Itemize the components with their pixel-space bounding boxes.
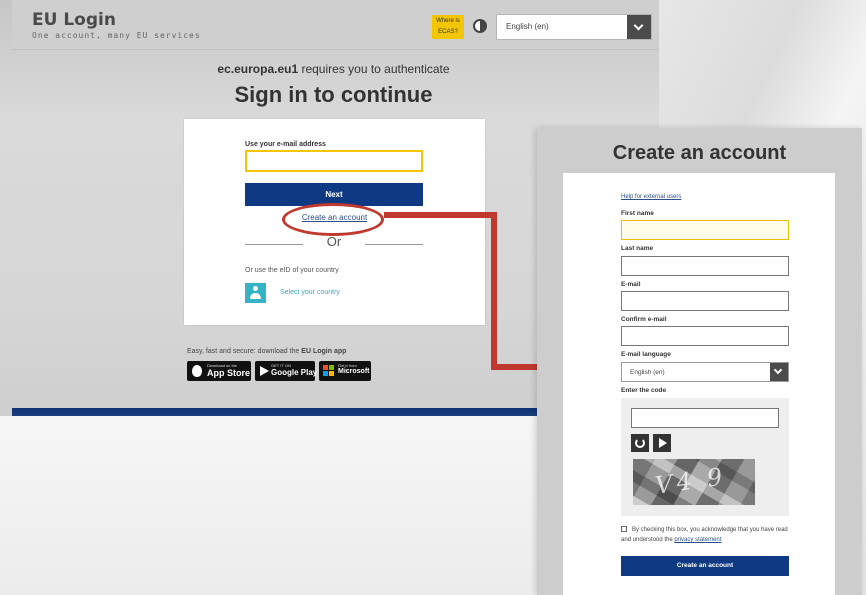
email-language-value: English (en) [630,369,665,376]
refresh-icon [635,438,645,448]
create-account-screenshot: Create an account Help for external user… [537,128,862,595]
google-play-button[interactable]: GET IT ON Google Play [255,361,318,381]
email-language-select[interactable]: English (en) [621,362,789,382]
email-language-arrow[interactable] [770,363,788,381]
captcha-audio-button[interactable] [653,434,671,452]
eid-select-text: Select your country [280,289,340,296]
highlight-ellipse-annotation [282,203,384,236]
brand-title: EU Login [32,10,116,30]
first-name-field[interactable] [621,220,789,240]
microsoft-label: Microsoft [338,368,370,375]
eid-label: Or use the eID of your country [245,267,339,274]
brand-subtitle: One account, many EU services [32,31,201,40]
microsoft-store-button[interactable]: Get it from Microsoft [319,361,371,381]
auth-site: ec.europa.eu1 [217,62,299,76]
privacy-consent: By checking this box, you acknowledge th… [621,525,793,545]
divider-line-right [365,244,423,245]
login-card: Use your e-mail address Next Create an a… [184,119,485,325]
captcha-image: V4 9 [633,459,755,505]
person-icon [245,283,266,303]
captcha-text: V4 9 [653,462,729,500]
captcha-box: V4 9 [621,398,789,516]
last-name-label: Last name [621,245,654,252]
language-select-value: English (en) [506,22,549,31]
contrast-toggle-icon[interactable] [473,19,487,33]
create-account-form: Help for external users First name Last … [563,173,835,595]
auth-suffix: requires you to authenticate [298,62,450,76]
auth-request-line: ec.europa.eu1 requires you to authentica… [0,62,659,76]
language-select-arrow[interactable] [627,15,651,39]
email-label: E-mail [621,281,641,288]
captcha-label: Enter the code [621,387,667,394]
play-icon [260,366,269,376]
eu-login-header: EU Login One account, many EU services W… [12,0,659,50]
play-icon [659,438,667,448]
download-prefix: Easy, fast and secure: download the [187,348,302,355]
email-input[interactable] [245,150,423,172]
download-app-name: EU Login app [301,348,347,355]
chevron-down-icon [633,20,644,31]
or-text: Or [326,234,342,249]
consent-checkbox[interactable] [621,526,627,532]
captcha-input[interactable] [631,408,779,428]
chevron-down-icon [773,365,783,375]
google-play-label: Google Play [271,368,318,377]
ecas-badge-text: Where is ECAS? [436,18,460,35]
microsoft-icon [323,365,335,377]
page-title: Sign in to continue [234,82,433,107]
app-store-label: App Store [207,368,251,378]
app-store-button[interactable]: Download on the App Store [187,361,251,381]
captcha-refresh-button[interactable] [631,434,649,452]
confirm-email-label: Confirm e-mail [621,316,667,323]
eid-select-country-button[interactable]: Select your country [245,283,423,303]
last-name-field[interactable] [621,256,789,276]
confirm-email-field[interactable] [621,326,789,346]
or-divider: Or [245,234,423,254]
email-label: Use your e-mail address [245,141,326,148]
download-app-text: Easy, fast and secure: download the EU L… [187,348,346,355]
email-field[interactable] [621,291,789,311]
apple-icon [192,365,202,377]
create-account-button[interactable]: Create an account [621,556,789,576]
create-account-title: Create an account [612,142,787,164]
language-select[interactable]: English (en) [496,14,652,40]
email-language-label: E-mail language [621,351,671,358]
first-name-label: First name [621,210,654,217]
privacy-statement-link[interactable]: privacy statement [674,537,721,543]
where-is-ecas-link[interactable]: Where is ECAS? [432,15,464,39]
help-external-users-link[interactable]: Help for external users [621,194,681,200]
